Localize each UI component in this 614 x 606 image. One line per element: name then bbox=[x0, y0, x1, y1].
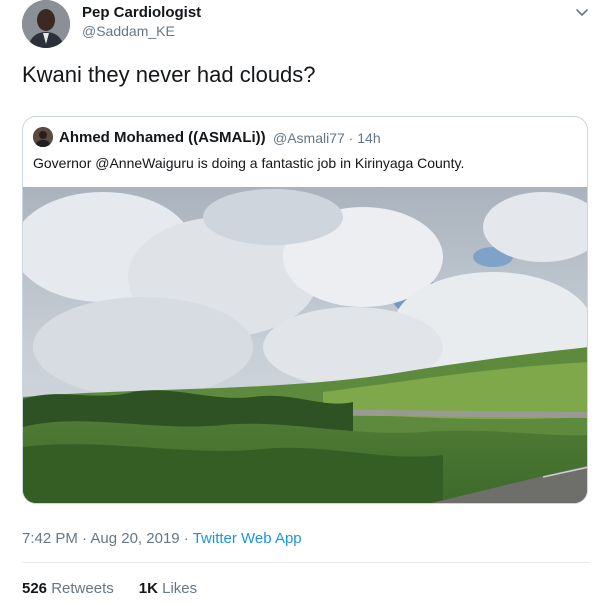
quoted-tweet-age: 14h bbox=[357, 130, 381, 146]
author-avatar[interactable] bbox=[22, 0, 70, 48]
quoted-author-handle: @Asmali77 bbox=[273, 130, 345, 146]
meta-separator: · bbox=[77, 530, 91, 547]
tweet-text: Kwani they never had clouds? bbox=[22, 62, 316, 87]
likes-stat[interactable]: 1K Likes bbox=[139, 580, 197, 597]
tweet-time[interactable]: 7:42 PM bbox=[22, 530, 78, 547]
likes-count: 1K bbox=[138, 580, 158, 597]
author-name[interactable]: Pep Cardiologist bbox=[82, 4, 201, 21]
retweets-label: Retweets bbox=[51, 580, 114, 597]
landscape-photo[interactable] bbox=[23, 187, 588, 504]
chevron-down-icon[interactable] bbox=[574, 4, 590, 20]
quoted-separator: · bbox=[344, 130, 358, 146]
retweets-stat[interactable]: 526 Retweets bbox=[22, 580, 114, 597]
quoted-author-meta: @Asmali77 · 14h bbox=[273, 130, 381, 146]
tweet: Pep Cardiologist @Saddam_KE Kwani they n… bbox=[0, 0, 614, 606]
quoted-tweet-card[interactable]: Ahmed Mohamed ((ASMALi)) @Asmali77 · 14h… bbox=[22, 116, 588, 504]
divider bbox=[22, 562, 590, 563]
meta-separator: · bbox=[179, 530, 193, 547]
likes-label: Likes bbox=[162, 580, 198, 597]
tweet-date[interactable]: Aug 20, 2019 bbox=[90, 530, 179, 547]
tweet-stats: 526 Retweets 1K Likes bbox=[22, 580, 197, 597]
author-handle[interactable]: @Saddam_KE bbox=[82, 23, 175, 39]
retweets-count: 526 bbox=[22, 580, 48, 597]
quoted-author-avatar bbox=[33, 127, 53, 147]
quoted-tweet-text: Governor @AnneWaiguru is doing a fantast… bbox=[33, 155, 465, 171]
tweet-meta: 7:42 PM · Aug 20, 2019 · Twitter Web App bbox=[22, 530, 302, 547]
tweet-source-link[interactable]: Twitter Web App bbox=[193, 530, 302, 547]
quoted-author-name: Ahmed Mohamed ((ASMALi)) bbox=[59, 129, 266, 146]
